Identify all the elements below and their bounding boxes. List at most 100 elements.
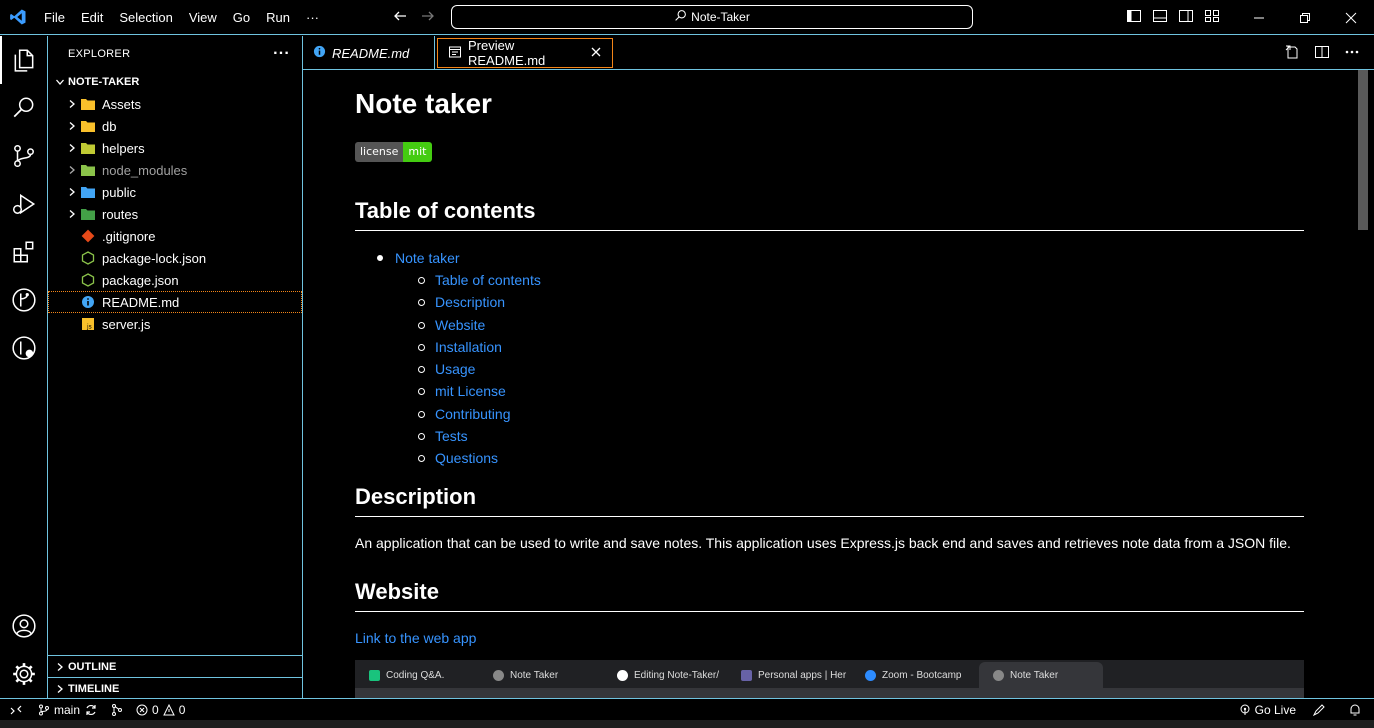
notifications-button[interactable] (1336, 699, 1374, 721)
tree-file-gitignore[interactable]: .gitignore (48, 225, 302, 247)
nodejs-icon (80, 250, 96, 266)
menu-run[interactable]: Run (258, 0, 298, 35)
menu-more[interactable]: ··· (298, 0, 327, 35)
browser-tab-label: Note Taker (510, 669, 559, 681)
activity-bar (0, 36, 48, 698)
outline-section[interactable]: OUTLINE (48, 655, 302, 677)
tree-file-package-lock[interactable]: package-lock.json (48, 247, 302, 269)
toc-link[interactable]: Tests (435, 428, 468, 444)
info-icon (80, 294, 96, 310)
browser-tab-label: Note Taker (1010, 669, 1059, 681)
toggle-panel-icon[interactable] (1152, 8, 1168, 27)
customize-layout-icon[interactable] (1204, 8, 1220, 27)
explorer-header: EXPLORER ··· (48, 36, 302, 71)
tree-folder-node-modules[interactable]: node_modules (48, 159, 302, 181)
license-badge[interactable]: license mit (355, 142, 432, 162)
search-activity-icon[interactable] (0, 84, 48, 132)
status-bar: main 0 0 Go Live (0, 698, 1374, 720)
tree-label: routes (102, 206, 139, 222)
browser-tab: Coding Q&A. (355, 662, 479, 688)
minimize-icon[interactable] (1236, 0, 1282, 35)
embedded-screenshot: Coding Q&A. Note Taker Editing Note-Take… (355, 660, 1304, 698)
close-tab-icon[interactable] (590, 46, 602, 61)
git-branch[interactable]: main (32, 699, 104, 721)
source-control-icon[interactable] (0, 132, 48, 180)
tree-label: node_modules (102, 162, 188, 178)
command-center-search[interactable]: Note-Taker (451, 5, 973, 29)
branch-icon (39, 704, 49, 715)
toggle-secondary-sidebar-icon[interactable] (1178, 8, 1194, 27)
explorer-more-actions[interactable]: ··· (273, 45, 290, 63)
toggle-primary-sidebar-icon[interactable] (1126, 8, 1142, 27)
menu-file[interactable]: File (36, 0, 73, 35)
nodejs-icon (80, 272, 96, 288)
remote-explorer-icon[interactable] (0, 324, 48, 372)
tree-folder-db[interactable]: db (48, 115, 302, 137)
favicon (369, 669, 380, 681)
timeline-section[interactable]: TIMELINE (48, 677, 302, 699)
tree-label: helpers (102, 140, 145, 156)
description-text: An application that can be used to write… (355, 534, 1291, 551)
public-folder-icon (80, 184, 96, 200)
desktop-strip (0, 720, 1374, 728)
remote-indicator[interactable] (0, 699, 32, 721)
tree-file-package-json[interactable]: package.json (48, 269, 302, 291)
go-live-button[interactable]: Go Live (1233, 699, 1302, 721)
website-link[interactable]: Link to the web app (355, 630, 476, 646)
close-window-icon[interactable] (1328, 0, 1374, 35)
tree-folder-public[interactable]: public (48, 181, 302, 203)
tree-folder-helpers[interactable]: helpers (48, 137, 302, 159)
explorer-sidebar: EXPLORER ··· NOTE-TAKER Assets db helper… (48, 36, 303, 698)
feedback-button[interactable] (1302, 699, 1336, 721)
toc-link[interactable]: mit License (435, 383, 506, 399)
markdown-preview: Note taker license mit Table of contents… (303, 70, 1374, 698)
toc-link[interactable]: Usage (435, 361, 475, 377)
editor-scrollbar[interactable] (1358, 70, 1368, 230)
favicon (617, 669, 628, 681)
menu-go[interactable]: Go (225, 0, 258, 35)
tab-readme[interactable]: README.md (303, 36, 435, 70)
tab-preview-readme[interactable]: Preview README.md (437, 38, 613, 68)
restore-icon[interactable] (1282, 0, 1328, 35)
menu-view[interactable]: View (181, 0, 225, 35)
tree-label: Assets (102, 96, 142, 112)
toc-link[interactable]: Installation (435, 339, 502, 355)
problems-indicator[interactable]: 0 0 (130, 699, 191, 721)
toc-link[interactable]: Contributing (435, 406, 511, 422)
toc-link[interactable]: Description (435, 294, 505, 310)
forward-arrow-icon[interactable] (420, 8, 436, 27)
sync-icon[interactable] (84, 703, 98, 717)
open-source-icon[interactable] (1284, 44, 1300, 63)
tree-folder-assets[interactable]: Assets (48, 93, 302, 115)
toc-link[interactable]: Questions (435, 450, 498, 466)
settings-gear-icon[interactable] (0, 650, 48, 698)
menu-edit[interactable]: Edit (73, 0, 111, 35)
toc-link[interactable]: Website (435, 317, 485, 333)
extensions-icon[interactable] (0, 228, 48, 276)
accounts-icon[interactable] (0, 602, 48, 650)
toc-link[interactable]: Table of contents (435, 272, 541, 288)
project-folder-header[interactable]: NOTE-TAKER (48, 71, 302, 93)
explorer-icon[interactable] (0, 36, 48, 84)
toc-link[interactable]: Note taker (395, 250, 460, 266)
git-graph-status[interactable] (104, 699, 130, 721)
tree-file-server-js[interactable]: js server.js (48, 313, 302, 335)
tree-file-readme[interactable]: README.md (48, 291, 302, 313)
status-right: Go Live (1233, 699, 1374, 721)
svg-text:js: js (86, 324, 92, 331)
favicon (865, 669, 876, 681)
project-name: NOTE-TAKER (68, 76, 140, 88)
toc-item: Tests (355, 425, 1304, 447)
nav-arrows (392, 0, 436, 35)
menu-selection[interactable]: Selection (111, 0, 180, 35)
split-editor-icon[interactable] (1314, 44, 1330, 63)
tree-folder-routes[interactable]: routes (48, 203, 302, 225)
website-heading: Website (355, 579, 1304, 612)
browser-url-row (355, 688, 1304, 698)
git-graph-icon[interactable] (0, 276, 48, 324)
more-actions-icon[interactable] (1344, 44, 1360, 63)
badge-right: mit (403, 142, 432, 162)
back-arrow-icon[interactable] (392, 8, 408, 27)
run-debug-icon[interactable] (0, 180, 48, 228)
warning-count: 0 (178, 702, 186, 717)
